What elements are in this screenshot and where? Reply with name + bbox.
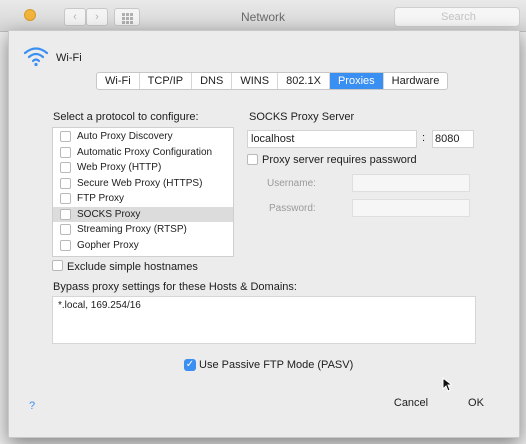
tab-hardware[interactable]: Hardware (384, 73, 448, 89)
interface-name: Wi-Fi (56, 52, 82, 64)
protocol-checkbox[interactable] (60, 146, 71, 158)
protocol-item[interactable]: Automatic Proxy Configuration (53, 145, 233, 160)
window-titlebar: ‹ › Network Search (0, 0, 526, 32)
bypass-label: Bypass proxy settings for these Hosts & … (53, 281, 297, 293)
cancel-button[interactable]: Cancel (381, 393, 441, 415)
bypass-hosts-textarea[interactable]: *.local, 169.254/16 (52, 296, 476, 344)
protocol-item[interactable]: Web Proxy (HTTP) (53, 160, 233, 175)
proxies-sheet: Wi-Fi Wi-Fi TCP/IP DNS WINS 802.1X Proxi… (8, 30, 520, 438)
exclude-hostnames-checkbox[interactable] (52, 260, 63, 271)
help-button[interactable]: ? (25, 399, 39, 413)
tab-wifi[interactable]: Wi-Fi (97, 73, 140, 89)
protocol-checkbox[interactable] (60, 177, 71, 189)
protocol-item[interactable]: FTP Proxy (53, 191, 233, 206)
exclude-hostnames-label: Exclude simple hostnames (67, 261, 198, 273)
host-port-separator: : (422, 132, 426, 144)
tab-8021x[interactable]: 802.1X (278, 73, 330, 89)
protocol-label: Automatic Proxy Configuration (77, 146, 213, 158)
protocol-item[interactable]: Auto Proxy Discovery (53, 129, 233, 144)
tab-proxies[interactable]: Proxies (329, 73, 384, 89)
protocol-list-title: Select a protocol to configure: (53, 111, 199, 123)
protocol-label: Auto Proxy Discovery (77, 131, 173, 142)
proxy-host-field[interactable]: localhost (247, 130, 417, 148)
protocol-item-selected[interactable]: SOCKS Proxy (53, 206, 233, 222)
mouse-cursor-icon (442, 377, 452, 392)
protocol-label: Gopher Proxy (77, 239, 139, 251)
protocol-checkbox[interactable] (60, 224, 71, 235)
pasv-checkbox[interactable]: ✓ (184, 359, 196, 371)
requires-password-checkbox[interactable] (247, 154, 258, 165)
username-label: Username: (267, 178, 316, 189)
protocol-list: Auto Proxy Discovery Automatic Proxy Con… (52, 127, 234, 257)
protocol-label: Secure Web Proxy (HTTPS) (77, 177, 203, 189)
password-field[interactable] (352, 199, 470, 217)
ok-button[interactable]: OK (450, 393, 502, 415)
protocol-checkbox[interactable] (60, 131, 71, 142)
protocol-label: FTP Proxy (77, 193, 125, 204)
protocol-checkbox[interactable] (60, 239, 71, 251)
wifi-icon (23, 47, 49, 67)
protocol-item[interactable]: Streaming Proxy (RTSP) (53, 222, 233, 237)
tab-tcpip[interactable]: TCP/IP (140, 73, 193, 89)
tab-wins[interactable]: WINS (232, 73, 279, 89)
password-label: Password: (269, 203, 316, 214)
username-field[interactable] (352, 174, 470, 192)
protocol-checkbox[interactable] (60, 193, 71, 204)
protocol-checkbox[interactable] (60, 208, 71, 220)
socks-server-title: SOCKS Proxy Server (249, 111, 355, 123)
proxy-port-field[interactable]: 8080 (432, 130, 474, 148)
protocol-label: SOCKS Proxy (77, 208, 141, 220)
protocol-checkbox[interactable] (60, 162, 71, 173)
protocol-item[interactable]: Gopher Proxy (53, 238, 233, 253)
protocol-label: Web Proxy (HTTP) (77, 162, 162, 173)
search-input[interactable]: Search (394, 7, 520, 27)
protocol-label: Streaming Proxy (RTSP) (77, 224, 187, 235)
tab-dns[interactable]: DNS (192, 73, 233, 89)
requires-password-label: Proxy server requires password (262, 154, 417, 166)
protocol-item[interactable]: Secure Web Proxy (HTTPS) (53, 176, 233, 191)
pasv-label: Use Passive FTP Mode (PASV) (199, 359, 354, 371)
tab-bar: Wi-Fi TCP/IP DNS WINS 802.1X Proxies Har… (96, 72, 449, 90)
